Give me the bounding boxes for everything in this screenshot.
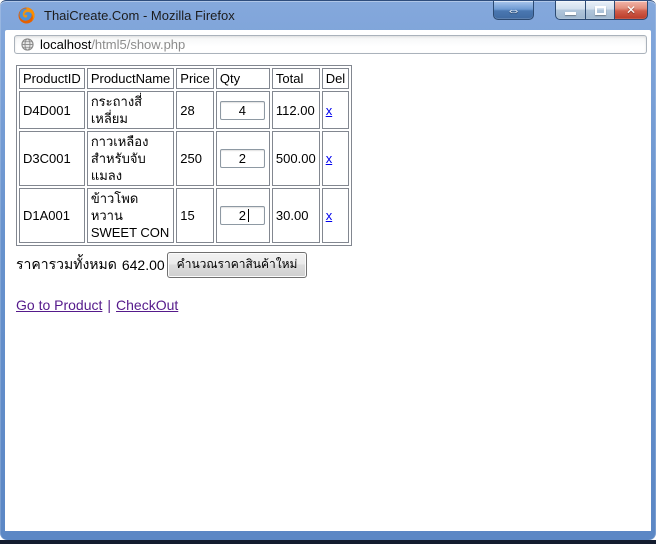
maximize-icon: [594, 5, 606, 15]
delete-link[interactable]: x: [326, 151, 333, 166]
table-row: D1A001 ข้าวโพดหวาน SWEET CON 15 30.00 x: [19, 188, 350, 243]
table-header-row: ProductID ProductName Price Qty Total De…: [19, 68, 350, 89]
qty-cell: [215, 131, 270, 186]
restore-tabs-button[interactable]: ⇔: [493, 1, 534, 20]
close-icon: ✕: [625, 3, 637, 17]
qty-cell: [215, 91, 270, 129]
delete-link[interactable]: x: [326, 103, 333, 118]
go-to-product-link[interactable]: Go to Product: [16, 297, 102, 313]
close-button[interactable]: ✕: [615, 1, 648, 20]
del-cell: x: [321, 131, 350, 186]
qty-input[interactable]: [219, 149, 265, 169]
firefox-icon: [18, 7, 35, 24]
cart-table: ProductID ProductName Price Qty Total De…: [16, 65, 353, 246]
price-cell: 28: [176, 91, 214, 129]
url-domain: localhost: [40, 36, 92, 52]
globe-icon: [21, 37, 34, 51]
product-name-cell: กาวเหลือง สำหรับจับ แมลง: [86, 131, 175, 186]
delete-link[interactable]: x: [326, 208, 333, 223]
total-value: 642.00: [121, 257, 165, 273]
titlebar[interactable]: ThaiCreate.Com - Mozilla Firefox ⇔ ✕: [5, 1, 651, 30]
column-header-total: Total: [271, 68, 320, 89]
del-cell: x: [321, 91, 350, 129]
qty-cell: [215, 188, 270, 243]
summary-row: ราคารวมทั้งหมด 642.00 คำนวณราคาสินค้าใหม…: [16, 252, 645, 278]
window-controls: ⇔ ✕: [493, 1, 648, 20]
checkout-link[interactable]: CheckOut: [116, 297, 178, 313]
navigation-bar: localhost/html5/show.php: [5, 30, 651, 58]
cart-body: D4D001 กระถางสี่ เหลี่ยม 28 112.00 x D3C…: [19, 91, 350, 243]
total-label: ราคารวมทั้งหมด: [16, 256, 117, 272]
page-links: Go to Product | CheckOut: [16, 297, 645, 313]
page-content: ProductID ProductName Price Qty Total De…: [5, 58, 651, 531]
column-header-price: Price: [176, 68, 214, 89]
qty-input[interactable]: [219, 100, 265, 120]
desktop-edge: [0, 540, 656, 544]
text-caret: [248, 209, 250, 223]
column-header-del: Del: [321, 68, 350, 89]
minimize-button[interactable]: [555, 1, 585, 20]
address-bar[interactable]: localhost/html5/show.php: [14, 34, 647, 54]
column-header-qty: Qty: [215, 68, 270, 89]
table-row: D3C001 กาวเหลือง สำหรับจับ แมลง 250 500.…: [19, 131, 350, 186]
url-text: localhost/html5/show.php: [40, 37, 185, 52]
price-cell: 15: [176, 188, 214, 243]
window-title: ThaiCreate.Com - Mozilla Firefox: [44, 8, 235, 23]
total-cell: 30.00: [271, 188, 320, 243]
url-path: /html5/show.php: [91, 36, 186, 52]
column-header-productid: ProductID: [19, 68, 85, 89]
recalculate-button[interactable]: คำนวณราคาสินค้าใหม่: [166, 252, 308, 278]
product-id-cell: D3C001: [19, 131, 85, 186]
total-cell: 112.00: [271, 91, 320, 129]
del-cell: x: [321, 188, 350, 243]
price-cell: 250: [176, 131, 214, 186]
product-name-cell: ข้าวโพดหวาน SWEET CON: [86, 188, 175, 243]
total-cell: 500.00: [271, 131, 320, 186]
product-id-cell: D4D001: [19, 91, 85, 129]
product-id-cell: D1A001: [19, 188, 85, 243]
column-header-productname: ProductName: [86, 68, 175, 89]
maximize-button[interactable]: [585, 1, 615, 20]
double-arrow-icon: ⇔: [506, 2, 521, 18]
link-separator: |: [107, 297, 112, 313]
browser-window: ThaiCreate.Com - Mozilla Firefox ⇔ ✕ loc…: [0, 0, 656, 540]
table-row: D4D001 กระถางสี่ เหลี่ยม 28 112.00 x: [19, 91, 350, 129]
qty-input[interactable]: [219, 206, 265, 226]
minimize-icon: [565, 12, 576, 15]
product-name-cell: กระถางสี่ เหลี่ยม: [86, 91, 175, 129]
